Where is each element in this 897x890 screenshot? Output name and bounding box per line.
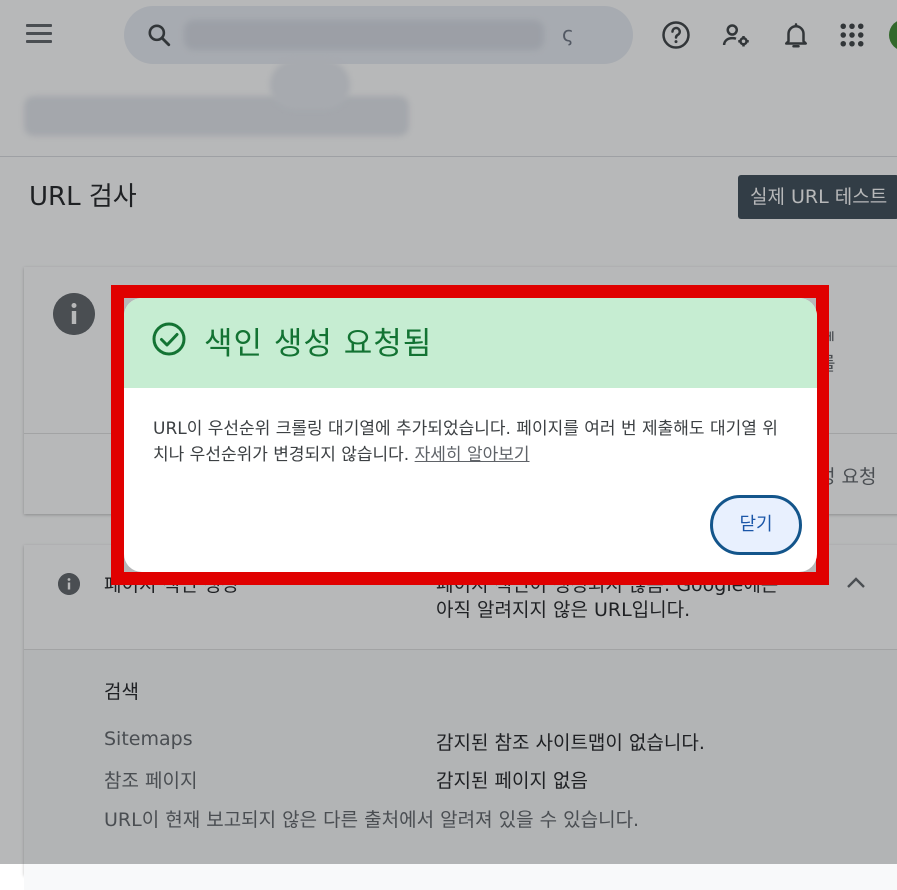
indexing-requested-dialog: 색인 생성 요청됨 URL이 우선순위 크롤링 대기열에 추가되었습니다. 페이… <box>124 298 817 572</box>
dialog-header: 색인 생성 요청됨 <box>124 298 817 388</box>
dialog-title: 색인 생성 요청됨 <box>204 326 433 362</box>
dialog-message: URL이 우선순위 크롤링 대기열에 추가되었습니다. 페이지를 여러 번 제출… <box>153 416 793 468</box>
check-circle-icon <box>152 322 186 356</box>
search-console-page: ς URL 검사 실제 URL 테스트 ᅦ를 성 요청 페이지 색인 생성 페이… <box>0 0 897 890</box>
close-button[interactable]: 닫기 <box>710 495 802 555</box>
learn-more-link[interactable]: 자세히 알아보기 <box>415 445 530 465</box>
